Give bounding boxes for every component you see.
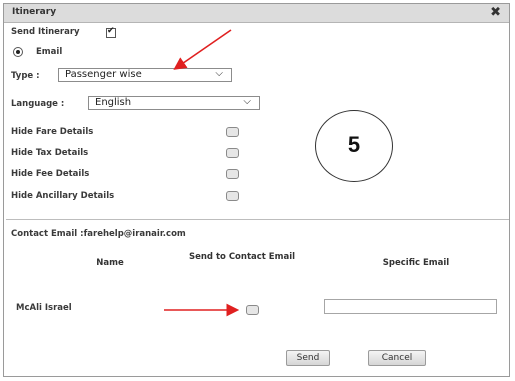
annotation-arrows <box>164 29 240 317</box>
red-arrow-to-type <box>173 29 232 70</box>
